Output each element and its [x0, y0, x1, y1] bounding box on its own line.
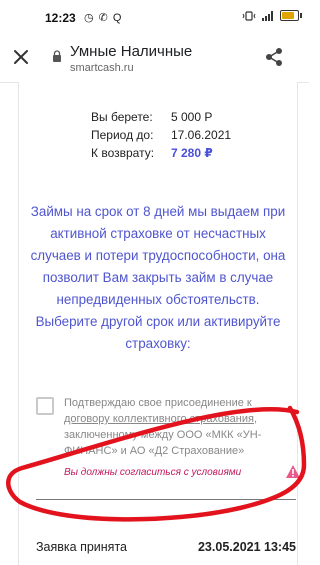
status-app-icons: ◷ ✆ Q [84, 12, 123, 24]
loan-details-card: Вы берете: 5 000 Р Период до: 17.06.2021… [18, 82, 298, 565]
application-status-label: Заявка принята [36, 540, 127, 554]
lock-icon [53, 50, 61, 62]
consent-checkbox[interactable] [36, 397, 54, 415]
summary-label: Период до: [91, 128, 154, 142]
signal-icon [262, 10, 273, 21]
share-icon [266, 48, 282, 66]
consent-text-before: Подтверждаю свое присоединение к [64, 397, 252, 409]
summary-value-repayment: 7 280 ₽ [171, 146, 213, 160]
share-button[interactable] [263, 46, 285, 68]
battery-level [282, 12, 294, 19]
insurance-agreement-link[interactable]: договору коллективного страхования [64, 413, 254, 425]
warning-icon [286, 465, 300, 478]
summary-value: 5 000 Р [171, 110, 213, 124]
application-status-row: Заявка принята 23.05.2021 13:45 [36, 540, 296, 554]
battery-icon [280, 10, 302, 21]
site-title: Умные Наличные [70, 43, 193, 60]
consent-text: Подтверждаю свое присоединение к договор… [64, 395, 290, 459]
browser-header: Умные Наличные smartcash.ru [0, 34, 309, 83]
consent-error-message: Вы должны согласиться с условиями [64, 467, 242, 478]
loan-summary: Вы берете: 5 000 Р Период до: 17.06.2021… [91, 110, 231, 164]
summary-label: К возврату: [91, 146, 155, 160]
status-time: 12:23 [45, 11, 76, 25]
summary-row-period: Период до: 17.06.2021 [91, 128, 231, 146]
consent-divider [36, 499, 296, 500]
close-button[interactable] [10, 46, 32, 68]
vibrate-icon [242, 10, 256, 21]
status-right-icons [242, 10, 302, 21]
summary-row-repayment: К возврату: 7 280 ₽ [91, 146, 231, 164]
site-url: smartcash.ru [70, 62, 134, 74]
close-icon [14, 50, 28, 64]
application-status-datetime: 23.05.2021 13:45 [197, 540, 296, 554]
summary-label: Вы берете: [91, 110, 153, 124]
insurance-notice: Займы на срок от 8 дней мы выдаем при ак… [30, 204, 286, 351]
summary-value: 17.06.2021 [171, 128, 232, 142]
summary-row-amount: Вы берете: 5 000 Р [91, 110, 231, 128]
status-bar: 12:23 ◷ ✆ Q [0, 0, 309, 34]
